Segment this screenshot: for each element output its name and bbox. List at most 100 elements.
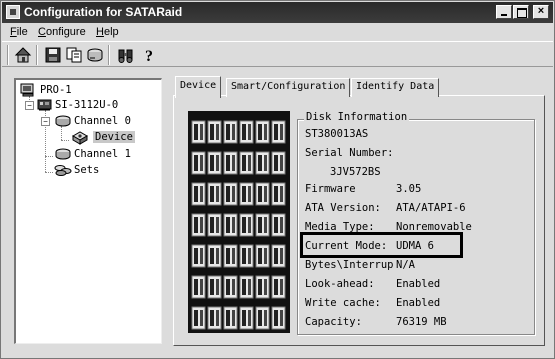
drive-bay xyxy=(191,213,206,237)
drive-bay xyxy=(207,275,222,299)
minimize-button[interactable] xyxy=(496,5,512,19)
drive-bay xyxy=(271,120,286,144)
drive-bay xyxy=(191,151,206,175)
drive-bay xyxy=(223,151,238,175)
controller-card-icon xyxy=(37,98,53,115)
collapse-toggle[interactable]: − xyxy=(25,101,34,110)
channel-drive-icon xyxy=(54,147,72,164)
drive-bay xyxy=(223,120,238,144)
drive-bay xyxy=(207,182,222,206)
group-title: Disk Information xyxy=(304,111,410,123)
maximize-button[interactable] xyxy=(513,5,529,19)
drive-bay xyxy=(239,151,254,175)
tab-smart-configuration[interactable]: Smart/Configuration xyxy=(226,78,351,97)
app-window: Configuration for SATARaid × File Config… xyxy=(0,0,555,359)
tab-identify-data[interactable]: Identify Data xyxy=(351,78,440,97)
help-icon[interactable]: ? xyxy=(140,46,158,64)
capacity-value: 76319 MB xyxy=(396,316,447,328)
drive-bay xyxy=(223,244,238,268)
drive-bay xyxy=(271,182,286,206)
binoculars-icon[interactable] xyxy=(117,46,135,64)
toolbar-separator xyxy=(108,45,110,65)
write-cache-value: Enabled xyxy=(396,297,441,309)
tree-connector xyxy=(45,156,53,157)
serial-label: Serial Number: xyxy=(305,147,394,159)
tree-label-sets: Sets xyxy=(74,164,100,176)
drive-bay xyxy=(191,244,206,268)
toolbar: ? xyxy=(2,41,553,67)
drive-bay xyxy=(207,244,222,268)
tab-device[interactable]: Device xyxy=(175,76,222,98)
drive-bay xyxy=(255,151,270,175)
drive-bay xyxy=(207,213,222,237)
drive-bay xyxy=(255,244,270,268)
home-icon[interactable] xyxy=(14,46,32,64)
drive-bay xyxy=(191,120,206,144)
tree-label-channel-0: Channel 0 xyxy=(74,115,131,127)
tree-label-root: PRO-1 xyxy=(40,84,72,96)
channel-drive-icon xyxy=(54,114,72,131)
drive-bay xyxy=(271,151,286,175)
drive-bay xyxy=(191,306,206,330)
serial-value: 3JV572BS xyxy=(330,166,381,178)
hard-disk-icon xyxy=(71,130,89,149)
drive-bay xyxy=(239,275,254,299)
drive-bay xyxy=(239,244,254,268)
ata-version-value: ATA/ATAPI-6 xyxy=(396,202,466,214)
drive-bay xyxy=(239,182,254,206)
drive-bay xyxy=(271,244,286,268)
drive-icon[interactable] xyxy=(86,46,104,64)
drive-bay xyxy=(255,275,270,299)
drive-bay xyxy=(191,275,206,299)
current-mode-highlight xyxy=(300,232,463,258)
menu-bar: File Configure Help xyxy=(2,24,553,41)
drive-bay xyxy=(255,120,270,144)
tree-label-channel-1: Channel 1 xyxy=(74,148,131,160)
drive-bay xyxy=(223,275,238,299)
copy-icon[interactable] xyxy=(65,46,83,64)
menu-configure[interactable]: Configure xyxy=(38,26,86,38)
tree-connector xyxy=(45,172,53,173)
toolbar-separator xyxy=(36,45,38,65)
disk-set-icon xyxy=(54,163,72,180)
drive-bay xyxy=(207,306,222,330)
drive-bay xyxy=(223,213,238,237)
app-icon[interactable] xyxy=(6,5,20,19)
write-cache-label: Write cache: xyxy=(305,297,381,309)
menu-file[interactable]: File xyxy=(10,26,28,38)
drive-bay xyxy=(271,275,286,299)
capacity-label: Capacity: xyxy=(305,316,362,328)
toolbar-grip xyxy=(7,45,9,65)
title-bar[interactable]: Configuration for SATARaid × xyxy=(2,2,553,23)
firmware-label: Firmware xyxy=(305,183,356,195)
drive-bay xyxy=(223,182,238,206)
tree-label-device: Device xyxy=(93,131,135,143)
device-tree[interactable]: PRO-1 − SI-3112U-0 − Channel 0 Device Ch… xyxy=(14,78,162,344)
drive-bay xyxy=(239,306,254,330)
collapse-toggle[interactable]: − xyxy=(41,117,50,126)
drive-bay xyxy=(191,182,206,206)
computer-icon xyxy=(20,83,36,100)
drive-bay xyxy=(207,151,222,175)
drive-bays-graphic xyxy=(191,120,286,330)
drive-bay xyxy=(271,306,286,330)
drive-bay xyxy=(255,213,270,237)
drive-bay xyxy=(207,120,222,144)
save-icon[interactable] xyxy=(44,46,62,64)
drive-bay xyxy=(255,306,270,330)
tree-connector xyxy=(61,140,69,141)
bytes-interrupt-label: Bytes\Interrup xyxy=(305,259,394,271)
disk-model: ST380013AS xyxy=(305,128,369,140)
drive-bay xyxy=(239,120,254,144)
tree-label-controller: SI-3112U-0 xyxy=(55,99,119,111)
drive-enclosure-image xyxy=(188,111,290,333)
firmware-value: 3.05 xyxy=(396,183,422,195)
drive-bay xyxy=(255,182,270,206)
menu-help[interactable]: Help xyxy=(96,26,119,38)
close-button[interactable]: × xyxy=(533,5,549,19)
look-ahead-value: Enabled xyxy=(396,278,441,290)
look-ahead-label: Look-ahead: xyxy=(305,278,375,290)
drive-bay xyxy=(223,306,238,330)
drive-bay xyxy=(271,213,286,237)
ata-version-label: ATA Version: xyxy=(305,202,381,214)
